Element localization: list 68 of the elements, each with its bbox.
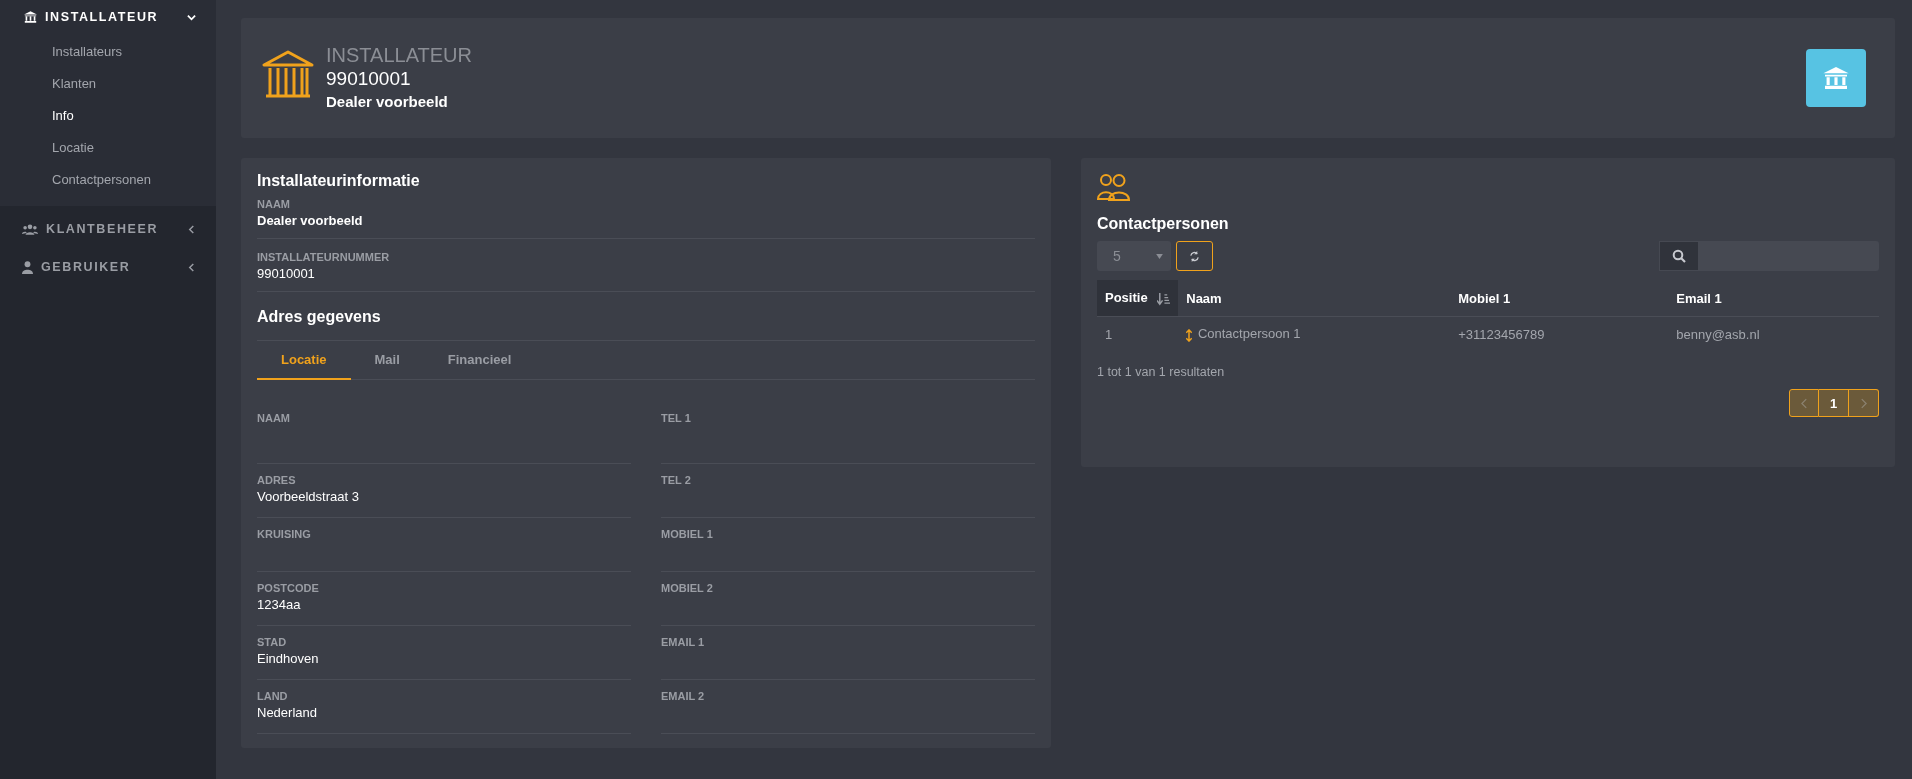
refresh-icon: [1189, 250, 1200, 262]
tab[interactable]: Mail: [350, 341, 424, 380]
bank-icon: [24, 11, 37, 23]
users-icon: [22, 223, 38, 235]
table-cell: +31123456789: [1458, 326, 1545, 342]
chevron-right-icon: [1860, 397, 1867, 409]
field-value: Dealer voorbeeld: [257, 212, 364, 230]
field-label: MOBIEL 1: [661, 527, 714, 542]
users-icon: [1097, 173, 1133, 201]
sidebar-item[interactable]: Installateurs: [0, 36, 123, 68]
field-label: POSTCODE: [257, 581, 320, 596]
bank-icon: [1823, 67, 1849, 89]
search-icon: [1672, 249, 1686, 263]
field-label: EMAIL 1: [661, 635, 706, 650]
bank-button[interactable]: [1806, 49, 1866, 107]
chevron-left-icon: [187, 224, 196, 234]
entity-number: 99010001: [326, 67, 412, 91]
chevron-left-icon: [187, 262, 196, 272]
column-header[interactable]: Email 1: [1668, 280, 1879, 317]
column-header[interactable]: Mobiel 1: [1450, 280, 1669, 317]
previous-page-button[interactable]: [1789, 389, 1819, 417]
field-value: Eindhoven: [257, 650, 320, 668]
field-label: KRUISING: [257, 527, 312, 542]
field-label: EMAIL 2: [661, 689, 706, 704]
results-summary: 1 tot 1 van 1 resultaten: [1097, 365, 1226, 379]
sidebar-item[interactable]: Contactpersonen: [0, 164, 151, 196]
column-header[interactable]: Naam: [1178, 280, 1451, 317]
field-label: STAD: [257, 635, 288, 650]
sort-icon: [1157, 292, 1171, 306]
sidebar-section[interactable]: KLANTBEHEER: [0, 210, 216, 248]
field-label: NAAM: [257, 197, 291, 212]
sidebar-section[interactable]: INSTALLATEUR: [0, 0, 216, 32]
caret-icon: [1156, 253, 1163, 259]
table-cell: 1: [1105, 326, 1113, 342]
next-page-button[interactable]: [1849, 389, 1879, 417]
sidebar-item[interactable]: Locatie: [0, 132, 94, 164]
tab[interactable]: Locatie: [257, 341, 351, 380]
chevron-down-icon: [187, 12, 196, 22]
section-title: Installateurinformatie: [257, 171, 421, 191]
field-label: NAAM: [257, 411, 291, 426]
sidebar-item[interactable]: Klanten: [0, 68, 97, 100]
section-title: Adres gegevens: [257, 292, 1035, 341]
search-field[interactable]: [1659, 241, 1879, 271]
field-label: LAND: [257, 689, 289, 704]
refresh-button[interactable]: [1176, 241, 1213, 271]
field-value: 1234aa: [257, 596, 302, 614]
field-value: Nederland: [257, 704, 318, 722]
field-label: ADRES: [257, 473, 297, 488]
sidebar-item[interactable]: Info: [0, 100, 74, 132]
field-label: TEL 2: [661, 473, 692, 488]
drag-handle-icon[interactable]: [1186, 328, 1193, 342]
bank-icon: [260, 49, 316, 101]
field-value: Voorbeeldstraat 3: [257, 488, 360, 506]
field-label: MOBIEL 2: [661, 581, 714, 596]
user-icon: [22, 260, 33, 274]
section-title: Contactpersonen: [1097, 214, 1230, 234]
field-value: 99010001: [257, 265, 316, 283]
entity-type: INSTALLATEUR: [326, 43, 473, 67]
field-label: INSTALLATEURNUMMER: [257, 250, 391, 265]
page-button[interactable]: 1: [1819, 389, 1849, 417]
sidebar-section[interactable]: GEBRUIKER: [0, 248, 216, 286]
entity-name: Dealer voorbeeld: [326, 92, 449, 112]
chevron-left-icon: [1800, 397, 1808, 409]
table-cell: benny@asb.nl: [1676, 326, 1760, 342]
column-header[interactable]: Positie: [1097, 280, 1179, 317]
table-cell: Contactpersoon 1: [1197, 326, 1301, 342]
tab[interactable]: Financieel: [423, 341, 536, 380]
field-label: TEL 1: [661, 411, 692, 426]
